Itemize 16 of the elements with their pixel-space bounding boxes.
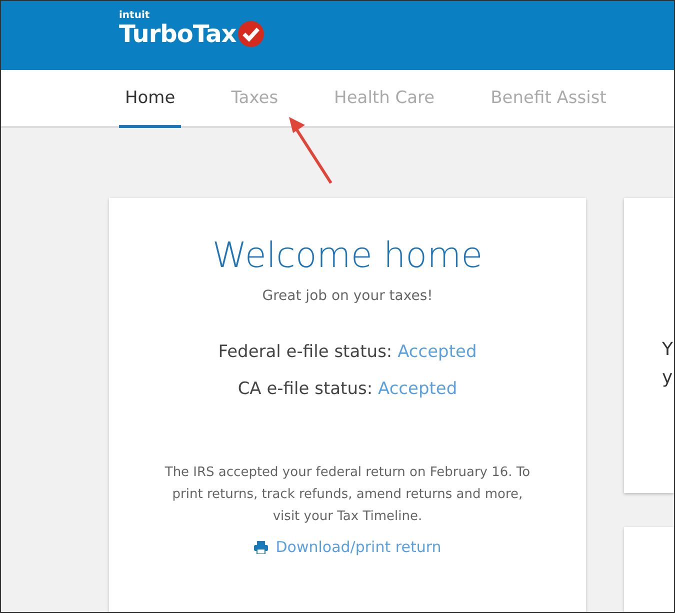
brand-small-text: intuit <box>119 10 151 20</box>
nav-tab[interactable]: Benefit Assist <box>484 70 612 128</box>
nav-tab[interactable]: Health Care <box>328 70 441 128</box>
card-text: Y <box>662 338 674 362</box>
efile-status: Federal e-file status: Accepted <box>218 342 477 362</box>
checkmark-icon <box>238 20 264 46</box>
printer-icon <box>254 540 268 554</box>
welcome-title: Welcome home <box>212 236 483 276</box>
welcome-subtitle: Great job on your taxes! <box>262 288 433 304</box>
nav-tab[interactable]: Home <box>119 70 182 128</box>
efile-status: CA e-file status: Accepted <box>238 379 458 399</box>
card-text: y <box>662 366 674 390</box>
nav-tab[interactable]: Taxes <box>225 70 284 128</box>
brand-name: TurboTax <box>119 20 236 46</box>
download-link[interactable]: Download/print return <box>254 538 442 556</box>
info-message: The IRS accepted your federal return on February 16. To print returns, track refunds, amend returns and more, visit your Tax Timeline. <box>164 464 532 526</box>
